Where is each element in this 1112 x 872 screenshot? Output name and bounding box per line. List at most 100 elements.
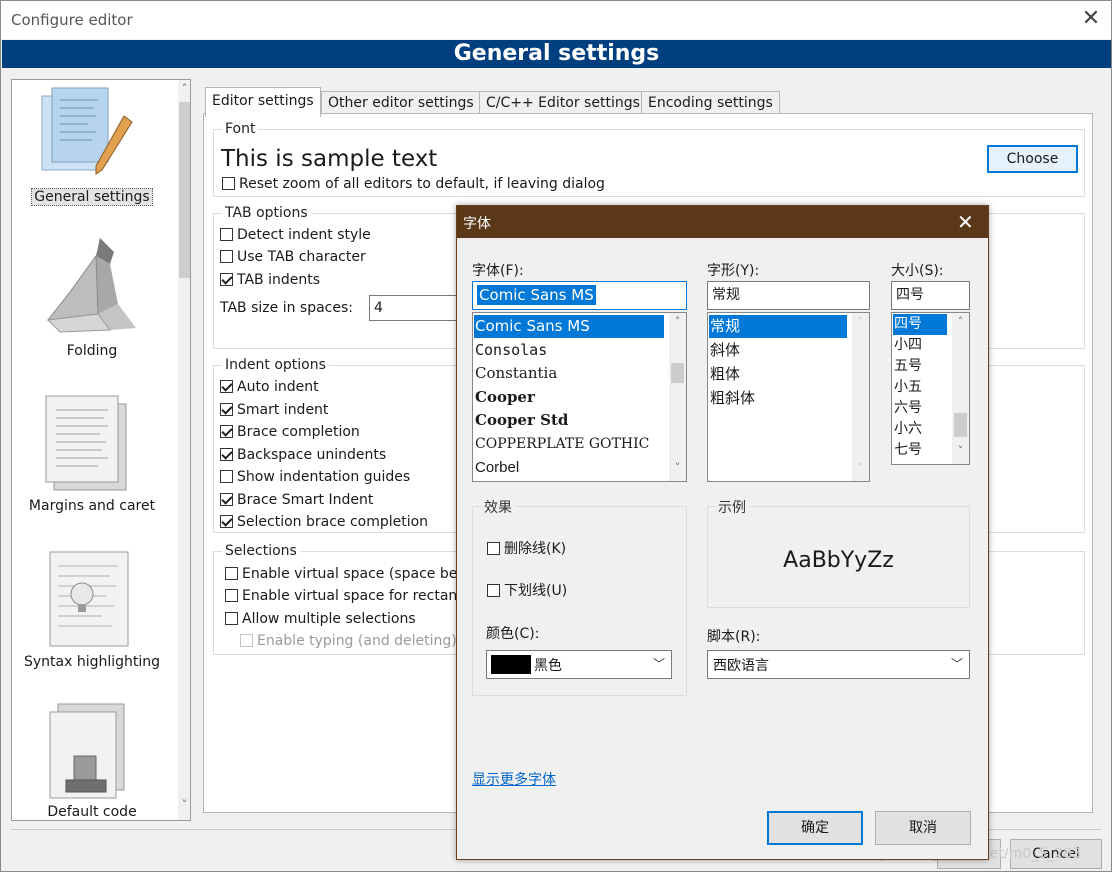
size-list-item[interactable]: 小四 (893, 335, 947, 356)
style-list-item[interactable]: 斜体 (709, 339, 847, 362)
style-list-scrollbar[interactable]: ˄ ˅ (852, 313, 869, 481)
font-size-label: 大小(S): (891, 263, 944, 279)
close-icon[interactable]: ✕ (957, 210, 974, 234)
tab-size-input[interactable]: 4 (369, 295, 459, 321)
use-tab-label: Use TAB character (237, 249, 366, 265)
scroll-up-icon[interactable]: ˄ (952, 315, 969, 328)
folding-icon (46, 238, 136, 333)
font-size-list[interactable]: 四号 小四 五号 小五 六号 小六 七号 ˄ ˅ (891, 312, 970, 465)
style-list-item[interactable]: 粗体 (709, 363, 847, 386)
indent-option-label: Brace Smart Indent (237, 492, 374, 508)
indent-option-checkbox[interactable]: Brace completion (220, 424, 360, 440)
sample-title: 示例 (715, 497, 749, 517)
script-select[interactable]: 西欧语言 ﹀ (707, 650, 970, 679)
scroll-up-icon[interactable]: ˄ (669, 315, 686, 328)
indent-option-checkbox[interactable]: Show indentation guides (220, 469, 410, 485)
font-style-list[interactable]: 常规 斜体 粗体 粗斜体 ˄ ˅ (707, 312, 870, 482)
font-style-label: 字形(Y): (707, 263, 760, 279)
font-list-item[interactable]: Consolas (474, 339, 664, 362)
indent-option-checkbox[interactable]: Smart indent (220, 402, 328, 418)
font-list-item[interactable]: COPPERPLATE GOTHIC (474, 433, 664, 456)
show-more-fonts-link[interactable]: 显示更多字体 (472, 769, 556, 789)
color-value: 黑色 (534, 658, 562, 674)
scroll-up-icon[interactable]: ˄ (852, 315, 869, 328)
tab-indents-checkbox[interactable]: TAB indents (220, 272, 320, 288)
scroll-thumb[interactable] (954, 413, 967, 437)
sidebar-item-default-code[interactable]: Default code (12, 698, 172, 820)
dialog-cancel-button[interactable]: 取消 (875, 811, 971, 845)
configure-editor-window: Configure editor ✕ General settings Gene… (0, 0, 1112, 872)
font-list-item[interactable]: Constantia (474, 362, 664, 385)
font-name-value: Comic Sans MS (477, 285, 596, 305)
window-title: Configure editor (11, 11, 133, 29)
script-label: 脚本(R): (707, 629, 761, 645)
indent-option-checkbox[interactable]: Auto indent (220, 379, 319, 395)
indent-option-checkbox[interactable]: Backspace unindents (220, 447, 386, 463)
sidebar-item-margins-and-caret[interactable]: Margins and caret (12, 386, 172, 518)
margins-icon (45, 395, 127, 491)
reset-zoom-checkbox[interactable]: Reset zoom of all editors to default, if… (222, 176, 605, 192)
effects-title: 效果 (481, 497, 515, 517)
indent-option-checkbox[interactable]: Brace Smart Indent (220, 492, 373, 508)
scroll-down-icon[interactable]: ˅ (178, 798, 190, 811)
font-style-input[interactable]: 常规 (707, 281, 870, 310)
indent-option-label: Backspace unindents (237, 447, 387, 463)
indent-options-title: Indent options (222, 357, 329, 373)
use-tab-checkbox[interactable]: Use TAB character (220, 249, 366, 265)
scroll-down-icon[interactable]: ˅ (952, 444, 969, 457)
size-list-item[interactable]: 四号 (893, 314, 947, 335)
scroll-down-icon[interactable]: ˅ (852, 461, 869, 474)
font-list-scrollbar[interactable]: ˄ ˅ (669, 313, 686, 481)
virtual-space-label: Enable virtual space (space bey (242, 566, 466, 582)
ok-button[interactable]: 确定 (767, 811, 863, 845)
detect-indent-checkbox[interactable]: Detect indent style (220, 227, 371, 243)
style-list-item[interactable]: 粗斜体 (709, 387, 847, 410)
size-list-item[interactable]: 五号 (893, 356, 947, 377)
tab-size-label: TAB size in spaces: (220, 300, 353, 316)
indent-option-label: Show indentation guides (237, 469, 411, 485)
virtual-space-rect-checkbox[interactable]: Enable virtual space for rectang (225, 588, 466, 604)
underline-label: 下划线(U) (504, 583, 568, 599)
reset-zoom-label: Reset zoom of all editors to default, if… (239, 176, 605, 192)
enable-typing-checkbox: Enable typing (and deleting) (240, 633, 457, 649)
scroll-up-icon[interactable]: ˄ (178, 82, 190, 95)
sidebar-item-general-settings[interactable]: General settings (12, 84, 172, 212)
multiple-selections-checkbox[interactable]: Allow multiple selections (225, 611, 416, 627)
size-list-item[interactable]: 小六 (893, 419, 947, 440)
tab-editor-settings[interactable]: Editor settings (205, 87, 321, 117)
general-settings-icon (41, 87, 133, 175)
style-list-item[interactable]: 常规 (709, 315, 847, 338)
size-list-item[interactable]: 七号 (893, 440, 947, 461)
close-icon[interactable]: ✕ (1081, 8, 1101, 30)
font-list-item[interactable]: Corbel (474, 456, 664, 479)
size-list-scrollbar[interactable]: ˄ ˅ (952, 313, 969, 464)
scroll-thumb[interactable] (179, 102, 190, 278)
script-value: 西欧语言 (713, 658, 769, 674)
underline-checkbox[interactable]: 下划线(U) (487, 580, 567, 600)
sidebar-item-folding[interactable]: Folding (12, 230, 172, 364)
font-list-item[interactable]: Comic Sans MS (474, 315, 664, 338)
font-list-item[interactable]: Cooper (474, 386, 664, 409)
size-list-item[interactable]: 六号 (893, 398, 947, 419)
tab-indents-label: TAB indents (237, 272, 321, 288)
detect-indent-label: Detect indent style (237, 227, 371, 243)
color-select[interactable]: 黑色 ﹀ (486, 650, 672, 679)
sidebar-item-label: Default code (47, 804, 137, 820)
indent-option-checkbox[interactable]: Selection brace completion (220, 514, 428, 530)
scroll-down-icon[interactable]: ˅ (669, 461, 686, 474)
sidebar-item-label: Folding (66, 343, 118, 359)
sidebar-item-syntax-highlighting[interactable]: Syntax highlighting (12, 542, 172, 674)
sidebar-scrollbar[interactable]: ˄ ˅ (178, 80, 190, 820)
virtual-space-checkbox[interactable]: Enable virtual space (space bey (225, 566, 466, 582)
strikeout-checkbox[interactable]: 删除线(K) (487, 538, 566, 558)
scroll-thumb[interactable] (671, 363, 684, 383)
chevron-down-icon: ﹀ (652, 657, 665, 671)
tab-options-title: TAB options (222, 205, 311, 221)
font-size-input[interactable]: 四号 (891, 281, 970, 310)
font-list-item[interactable]: Cooper Std (474, 409, 664, 432)
color-label: 颜色(C): (486, 626, 540, 642)
font-name-input[interactable]: Comic Sans MS (472, 281, 687, 310)
choose-font-button[interactable]: Choose (987, 145, 1078, 173)
size-list-item[interactable]: 小五 (893, 377, 947, 398)
font-name-list[interactable]: Comic Sans MS Consolas Constantia Cooper Coo… (472, 312, 687, 482)
